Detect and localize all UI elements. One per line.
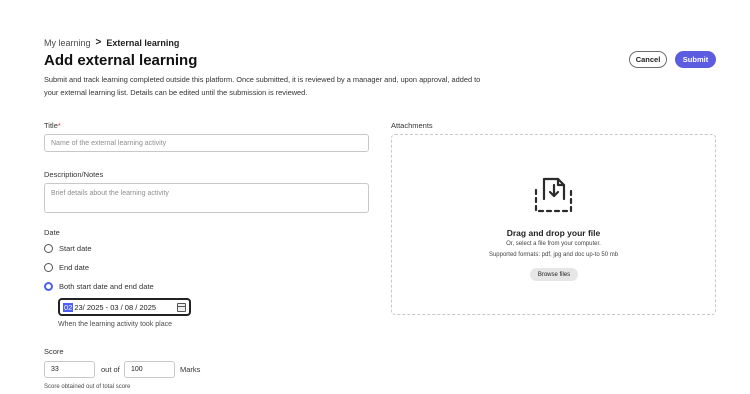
score-total-value: 100 <box>131 366 143 373</box>
score-input[interactable]: 33 <box>44 361 95 378</box>
calendar-icon[interactable] <box>177 302 186 312</box>
radio-end-date[interactable]: End date <box>44 263 89 272</box>
description-textarea[interactable]: Brief details about the learning activit… <box>44 183 369 213</box>
file-dropzone[interactable]: Drag and drop your file Or, select a fil… <box>391 134 716 315</box>
title-label: Title* <box>44 121 61 130</box>
cancel-button[interactable]: Cancel <box>629 51 667 68</box>
description-textarea-placeholder: Brief details about the learning activit… <box>51 190 169 197</box>
page-description: Submit and track learning completed outs… <box>44 75 481 97</box>
radio-button[interactable] <box>44 263 53 272</box>
score-help-text: Score obtained out of total score <box>44 384 131 390</box>
upload-file-icon <box>534 177 573 213</box>
date-range-field[interactable]: 02 23/ 2025 - 03 / 08 / 2025 <box>58 298 191 316</box>
submit-button[interactable]: Submit <box>675 51 716 68</box>
title-label-text: Title <box>44 121 58 130</box>
radio-both-dates-label: Both start date and end date <box>59 282 154 291</box>
breadcrumb-current: External learning <box>106 37 180 48</box>
radio-start-date[interactable]: Start date <box>44 244 92 253</box>
radio-button-selected[interactable] <box>44 282 53 291</box>
attachments-label: Attachments <box>391 121 433 130</box>
required-marker: * <box>57 121 61 130</box>
score-total-input[interactable]: 100 <box>124 361 175 378</box>
score-input-value: 33 <box>51 366 59 373</box>
dropzone-subtitle: Or, select a file from your computer. <box>506 241 601 247</box>
date-help-text: When the learning activity took place <box>58 321 173 328</box>
breadcrumb-my-learning-link[interactable]: My learning <box>44 38 91 48</box>
breadcrumb-chevron-icon: > <box>95 37 102 48</box>
title-input-placeholder: Name of the external learning activity <box>51 139 167 147</box>
radio-both-dates[interactable]: Both start date and end date <box>44 282 154 291</box>
breadcrumb: My learning > External learning <box>44 37 179 48</box>
description-label: Description/Notes <box>44 170 104 179</box>
radio-start-date-label: Start date <box>59 244 92 253</box>
radio-button[interactable] <box>44 244 53 253</box>
browse-files-button[interactable]: Browse files <box>530 268 578 281</box>
score-unit-label: Marks <box>180 365 201 374</box>
score-out-of-label: out of <box>101 365 120 374</box>
page-title: Add external learning <box>44 52 198 69</box>
score-label: Score <box>44 347 64 356</box>
date-range-segment-selected[interactable]: 02 <box>63 302 74 312</box>
date-range-value[interactable]: 23/ 2025 - 03 / 08 / 2025 <box>74 303 156 312</box>
dropzone-formats: Supported formats: pdf, jpg and doc up-t… <box>488 252 619 258</box>
date-label: Date <box>44 228 60 237</box>
dropzone-title: Drag and drop your file <box>506 228 601 238</box>
title-input[interactable]: Name of the external learning activity <box>44 134 369 152</box>
radio-end-date-label: End date <box>59 263 90 272</box>
